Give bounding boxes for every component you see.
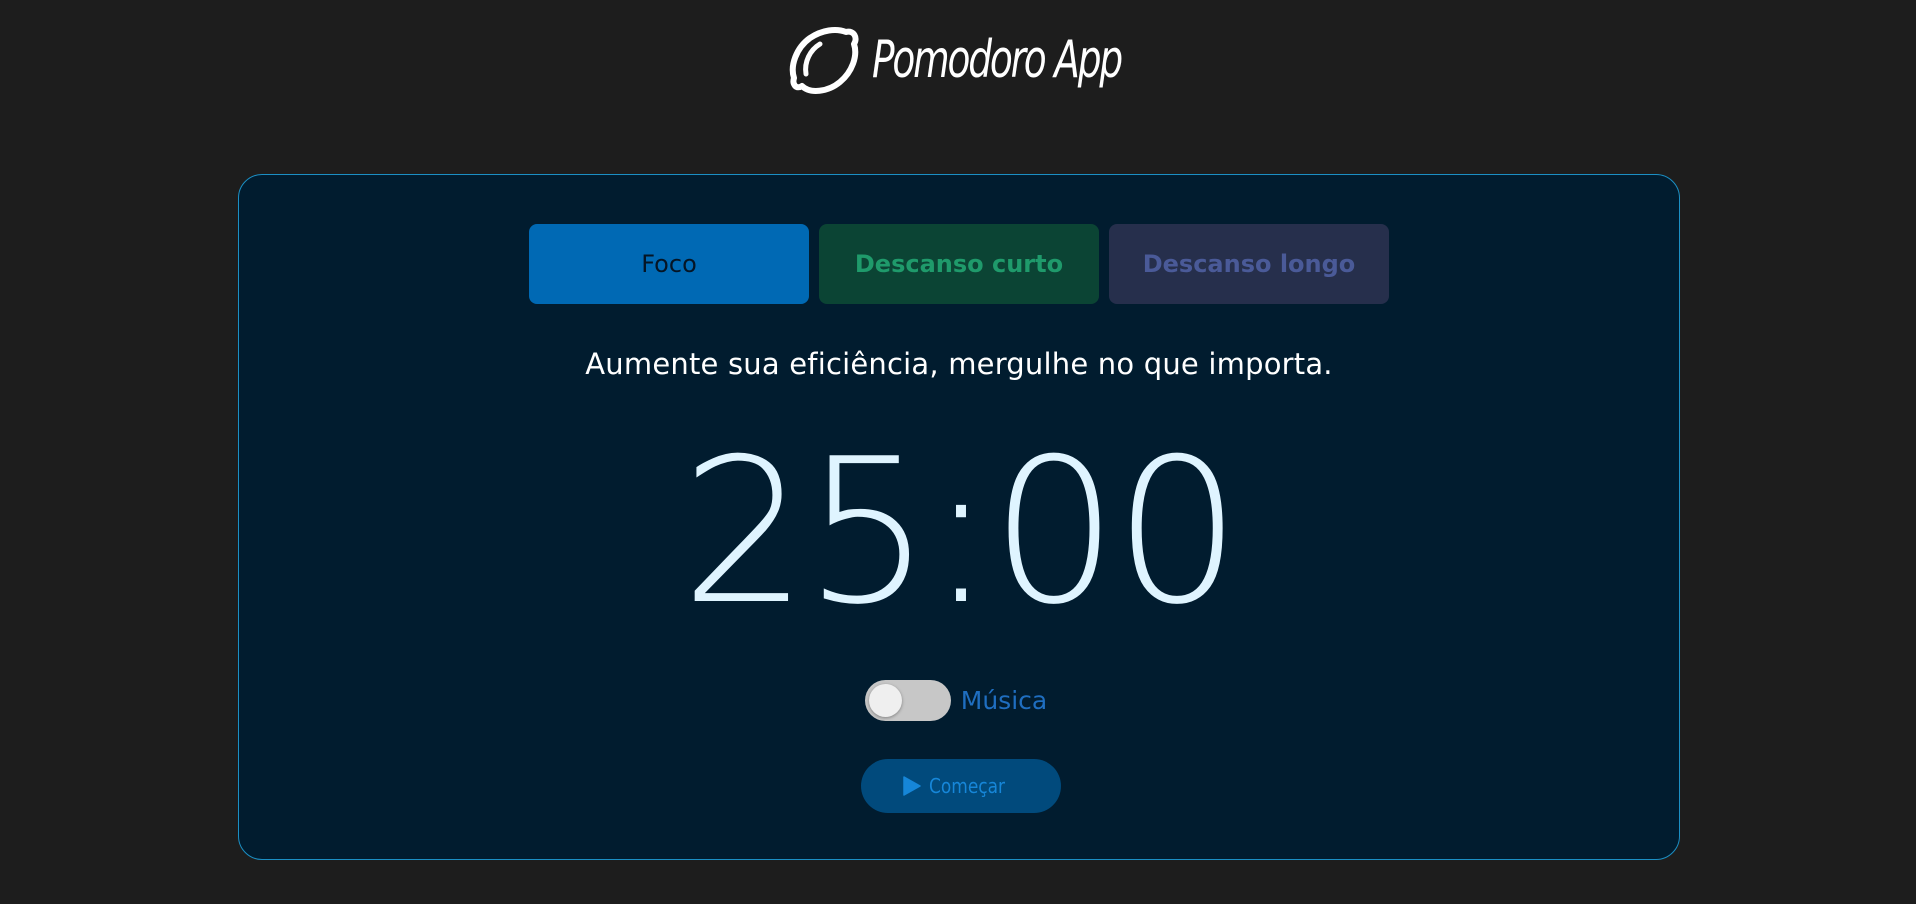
tagline: Aumente sua eficiência, mergulhe no que … — [585, 347, 1333, 381]
lemon-icon — [789, 27, 859, 94]
music-toggle[interactable] — [864, 680, 951, 721]
music-toggle-row: Música — [239, 680, 1679, 721]
timer-display: 25:00 — [680, 416, 1241, 649]
start-button[interactable]: Começar — [861, 759, 1061, 813]
mode-tabs: Foco Descanso curto Descanso longo — [239, 224, 1679, 304]
timer-card: Foco Descanso curto Descanso longo Aumen… — [238, 174, 1680, 860]
tab-foco[interactable]: Foco — [529, 224, 809, 304]
app-header: Pomodoro App — [0, 20, 1916, 100]
tab-descanso-curto[interactable]: Descanso curto — [819, 224, 1099, 304]
app-title: Pomodoro App — [872, 30, 1123, 90]
start-button-label: Começar — [929, 774, 1006, 798]
play-icon — [903, 776, 922, 796]
music-label: Música — [960, 686, 1048, 715]
tab-descanso-longo[interactable]: Descanso longo — [1109, 224, 1389, 304]
toggle-knob — [868, 684, 902, 717]
